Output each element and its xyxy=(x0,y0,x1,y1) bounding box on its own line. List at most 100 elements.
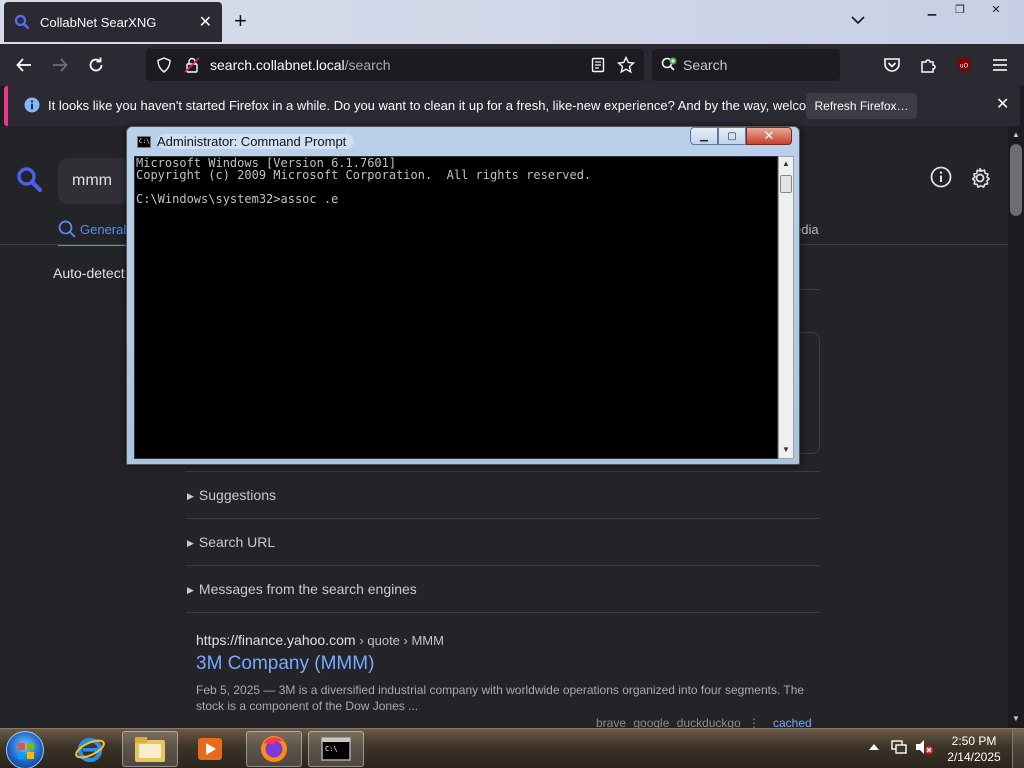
close-window-icon[interactable]: ✕ xyxy=(974,0,1018,18)
tab-title: CollabNet SearXNG xyxy=(40,14,157,30)
scrollbar-thumb[interactable] xyxy=(1010,144,1022,216)
bookmark-star-icon[interactable] xyxy=(617,56,635,74)
reader-view-icon[interactable] xyxy=(590,57,606,73)
cmd-window-icon[interactable]: C:\ xyxy=(137,136,151,148)
insecure-lock-icon[interactable] xyxy=(184,57,200,73)
result-breadcrumb: › quote › MMM xyxy=(359,633,444,648)
show-hidden-icons-icon[interactable] xyxy=(868,741,880,753)
scroll-up-arrow-icon[interactable]: ▲ xyxy=(1012,130,1020,139)
result-cached-link[interactable]: cached xyxy=(773,716,812,728)
triangle-right-icon: ▶ xyxy=(187,538,194,548)
result-url-host: https://finance.yahoo.com xyxy=(196,632,356,648)
url-path: /search xyxy=(344,57,391,73)
search-engine-icon xyxy=(661,57,677,71)
page-scrollbar[interactable]: ▲ ▼ xyxy=(1008,126,1024,728)
browser-titlebar: CollabNet SearXNG ✕ + ▁ ❐ ✕ xyxy=(0,0,1024,44)
result-engine-list: brave google duckduckgo xyxy=(596,716,741,728)
tracking-protection-shield-icon[interactable] xyxy=(156,57,172,73)
back-icon[interactable] xyxy=(12,53,36,77)
cmd-window-controls: ▁ ▢ ✕ xyxy=(690,127,792,145)
engine-messages-toggle[interactable]: ▶ Messages from the search engines xyxy=(187,581,417,597)
scroll-down-arrow-icon[interactable]: ▼ xyxy=(1012,714,1020,723)
taskbar-clock[interactable]: 2:50 PM 2/14/2025 xyxy=(944,733,1004,765)
reload-icon[interactable] xyxy=(84,53,108,77)
system-tray xyxy=(868,739,934,755)
show-desktop-button[interactable] xyxy=(1012,729,1024,768)
divider xyxy=(186,518,820,519)
list-all-tabs-icon[interactable] xyxy=(850,12,866,28)
media-player-icon[interactable] xyxy=(182,731,238,767)
info-icon xyxy=(24,97,40,113)
url-host: search.collabnet.local xyxy=(210,57,345,73)
about-info-icon[interactable] xyxy=(930,166,952,188)
search-bar[interactable]: Search xyxy=(652,49,840,81)
cmd-close-icon[interactable]: ✕ xyxy=(746,127,792,145)
console-prompt-line: C:\Windows\system32>assoc .e xyxy=(136,192,339,206)
browser-tab[interactable]: CollabNet SearXNG ✕ xyxy=(4,2,222,42)
hamburger-menu-icon[interactable] xyxy=(988,53,1012,77)
suggestions-toggle[interactable]: ▶ Suggestions xyxy=(187,487,276,503)
divider xyxy=(186,612,820,613)
volume-muted-icon[interactable] xyxy=(914,739,934,755)
command-prompt-taskbar-icon[interactable]: C:\ xyxy=(308,731,364,767)
language-selector[interactable]: Auto-detect xyxy=(53,265,125,281)
svg-text:C:\: C:\ xyxy=(325,745,338,753)
firefox-taskbar-icon[interactable] xyxy=(246,731,302,767)
divider xyxy=(186,565,820,566)
pocket-icon[interactable] xyxy=(880,53,904,77)
svg-text:uO: uO xyxy=(960,63,969,70)
clock-date: 2/14/2025 xyxy=(947,750,1001,764)
result-snippet: Feb 5, 2025 — 3M is a diversified indust… xyxy=(196,683,805,713)
new-tab-icon[interactable]: + xyxy=(234,10,247,32)
search-bar-placeholder: Search xyxy=(683,57,728,73)
triangle-right-icon: ▶ xyxy=(187,585,194,595)
restore-window-icon[interactable]: ❐ xyxy=(946,0,974,18)
suggestions-label: Suggestions xyxy=(198,487,276,503)
engine-messages-label: Messages from the search engines xyxy=(198,581,417,597)
extensions-puzzle-icon[interactable] xyxy=(916,53,940,77)
searxng-favicon-icon xyxy=(14,14,30,30)
ublock-origin-icon[interactable]: uO xyxy=(952,53,976,77)
console-output[interactable]: Microsoft Windows [Version 6.1.7601] Cop… xyxy=(134,156,778,459)
windows-taskbar: C:\ 2:50 PM 2/14/2025 xyxy=(0,728,1024,768)
console-scrollbar[interactable]: ▲ ▼ xyxy=(778,156,794,459)
minimize-window-icon[interactable]: ▁ xyxy=(918,0,946,18)
window-controls: ▁ ❐ ✕ xyxy=(918,0,1018,20)
search-icon xyxy=(58,220,76,238)
search-url-toggle[interactable]: ▶ Search URL xyxy=(187,534,275,550)
divider xyxy=(186,471,820,472)
file-explorer-icon[interactable] xyxy=(122,731,178,767)
refresh-firefox-button[interactable]: Refresh Firefox… xyxy=(806,93,917,119)
forward-icon[interactable] xyxy=(48,53,72,77)
console-scroll-up-icon[interactable]: ▲ xyxy=(782,159,790,168)
result-engines: brave google duckduckgo ⋮ xyxy=(596,716,760,728)
command-prompt-window[interactable]: C:\ Administrator: Command Prompt ▁ ▢ ✕ … xyxy=(126,126,800,465)
notification-message: It looks like you haven't started Firefo… xyxy=(48,98,859,113)
internet-explorer-icon[interactable] xyxy=(62,731,118,767)
windows-logo-icon xyxy=(18,743,34,759)
start-button-icon[interactable] xyxy=(6,731,44,768)
tab-general-label: General xyxy=(80,221,127,237)
tab-general[interactable]: General xyxy=(58,220,127,246)
searxng-logo-icon[interactable] xyxy=(16,166,42,192)
result-title-link[interactable]: 3M Company (MMM) xyxy=(196,653,374,675)
cmd-minimize-icon[interactable]: ▁ xyxy=(690,127,718,145)
notification-close-icon[interactable]: ✕ xyxy=(996,94,1009,114)
network-icon[interactable] xyxy=(890,739,908,755)
refresh-firefox-notification: It looks like you haven't started Firefo… xyxy=(4,86,1020,126)
result-engine-separator: ⋮ xyxy=(748,716,761,728)
query-text: mmm xyxy=(72,172,112,189)
console-text: Microsoft Windows [Version 6.1.7601] Cop… xyxy=(136,157,591,205)
cmd-maximize-icon[interactable]: ▢ xyxy=(718,127,746,145)
clock-time: 2:50 PM xyxy=(951,734,997,748)
url-text: search.collabnet.local/search xyxy=(210,57,391,73)
console-line: Copyright (c) 2009 Microsoft Corporation… xyxy=(136,168,592,182)
console-scroll-thumb[interactable] xyxy=(780,175,792,193)
result-url[interactable]: https://finance.yahoo.com › quote › MMM xyxy=(196,632,444,648)
navigation-toolbar: search.collabnet.local/search Search uO xyxy=(0,44,1024,86)
cmd-window-title: Administrator: Command Prompt xyxy=(157,134,355,149)
tab-close-icon[interactable]: ✕ xyxy=(199,12,212,32)
address-bar[interactable]: search.collabnet.local/search xyxy=(146,49,644,81)
preferences-gear-icon[interactable] xyxy=(968,166,992,190)
console-scroll-down-icon[interactable]: ▼ xyxy=(782,445,790,454)
